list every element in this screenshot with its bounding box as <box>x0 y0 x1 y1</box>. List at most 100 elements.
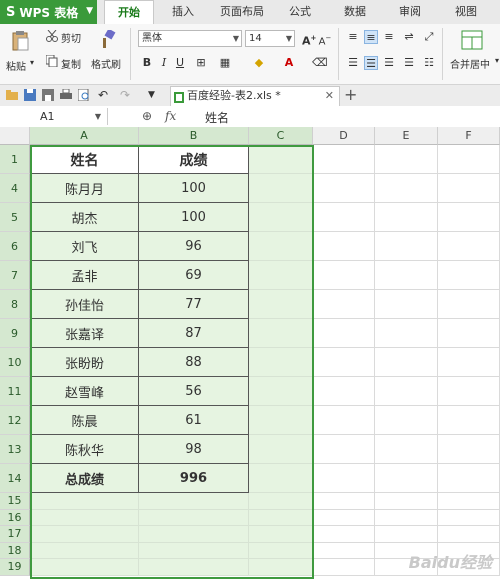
fill-color-icon[interactable]: ◆ <box>252 56 266 70</box>
tab-formulas[interactable]: 公式 <box>280 0 320 24</box>
orientation-icon[interactable]: ⤢ <box>422 30 436 44</box>
grid-cell[interactable] <box>438 509 500 526</box>
grid-cell[interactable] <box>249 464 313 493</box>
tab-home[interactable]: 开始 <box>104 0 154 25</box>
align-middle-icon[interactable]: ≡ <box>364 30 378 44</box>
select-all-corner[interactable] <box>0 127 30 145</box>
name-cell[interactable]: 陈秋华 <box>30 435 139 464</box>
align-center-icon[interactable]: ☰ <box>364 56 378 70</box>
grid-cell[interactable] <box>438 493 500 510</box>
grid-cell[interactable] <box>313 203 375 232</box>
wrap-text-icon[interactable]: ⇌ <box>402 30 416 44</box>
row-header[interactable]: 8 <box>0 290 30 319</box>
grid-cell[interactable] <box>249 348 313 377</box>
font-color-icon[interactable]: A <box>282 56 296 70</box>
paste-icon[interactable] <box>10 30 30 52</box>
name-cell[interactable]: 张盼盼 <box>30 348 139 377</box>
name-box[interactable]: A1 ▼ <box>0 108 108 125</box>
justify-icon[interactable]: ☰ <box>402 56 416 70</box>
name-cell[interactable]: 赵雪峰 <box>30 377 139 406</box>
grid-cell[interactable] <box>249 542 313 559</box>
underline-icon[interactable]: U <box>173 56 187 70</box>
grid-cell[interactable] <box>313 542 375 559</box>
row-header[interactable]: 19 <box>0 559 30 576</box>
document-tab[interactable]: 百度经验-表2.xls * ✕ <box>170 86 340 106</box>
grid-cell[interactable] <box>438 319 500 348</box>
italic-icon[interactable]: I <box>157 56 171 70</box>
merge-center-icon[interactable] <box>461 30 483 50</box>
score-cell[interactable]: 98 <box>139 435 249 464</box>
tab-insert[interactable]: 插入 <box>162 0 204 24</box>
grid-cell[interactable] <box>438 464 500 493</box>
scissors-icon[interactable] <box>46 29 58 45</box>
column-header-f[interactable]: F <box>438 127 500 145</box>
grid-cell[interactable] <box>438 174 500 203</box>
undo-icon[interactable]: ↶ <box>98 89 110 101</box>
formula-input[interactable]: 姓名 <box>205 109 229 126</box>
grid-cell[interactable] <box>249 559 313 576</box>
name-cell[interactable]: 胡杰 <box>30 203 139 232</box>
grid-cell[interactable] <box>375 261 438 290</box>
grid-cell[interactable] <box>249 145 313 174</box>
grid-cell[interactable] <box>313 526 375 543</box>
score-cell[interactable]: 88 <box>139 348 249 377</box>
score-cell[interactable]: 77 <box>139 290 249 319</box>
grid-cell[interactable] <box>139 493 249 510</box>
grid-cell[interactable] <box>139 526 249 543</box>
zoom-search-icon[interactable]: ⊕ <box>142 109 152 123</box>
name-cell[interactable]: 刘飞 <box>30 232 139 261</box>
score-cell[interactable]: 56 <box>139 377 249 406</box>
column-header-e[interactable]: E <box>375 127 438 145</box>
grid-cell[interactable] <box>375 203 438 232</box>
grid-cell[interactable] <box>249 232 313 261</box>
print-icon[interactable] <box>60 88 72 101</box>
name-cell[interactable]: 孟非 <box>30 261 139 290</box>
print-preview-icon[interactable] <box>77 88 90 102</box>
paste-dropdown-icon[interactable]: ▾ <box>30 58 34 67</box>
format-painter-button[interactable]: 格式刷 <box>91 56 121 71</box>
grid-cell[interactable] <box>139 559 249 576</box>
row-header[interactable]: 6 <box>0 232 30 261</box>
new-tab-plus-icon[interactable]: + <box>344 86 357 104</box>
grid-cell[interactable] <box>438 348 500 377</box>
grid-cell[interactable] <box>375 526 438 543</box>
grid-cell[interactable] <box>30 542 139 559</box>
cut-button[interactable]: 剪切 <box>61 30 81 45</box>
distributed-icon[interactable]: ☷ <box>422 56 436 70</box>
borders-icon[interactable]: ⊞ <box>194 56 208 70</box>
close-icon[interactable]: ✕ <box>325 87 334 105</box>
align-bottom-icon[interactable]: ≡ <box>382 30 396 44</box>
row-header[interactable]: 12 <box>0 406 30 435</box>
grid-cell[interactable] <box>30 526 139 543</box>
header-cell-score[interactable]: 成绩 <box>139 145 249 174</box>
grid-cell[interactable] <box>375 464 438 493</box>
grid-cell[interactable] <box>375 290 438 319</box>
row-header[interactable]: 15 <box>0 493 30 510</box>
grid-cell[interactable] <box>438 526 500 543</box>
grid-cell[interactable] <box>375 232 438 261</box>
merge-borders-icon[interactable]: ▦ <box>218 56 232 70</box>
redo-icon[interactable]: ↷ <box>120 89 132 101</box>
row-header[interactable]: 13 <box>0 435 30 464</box>
grid-cell[interactable] <box>313 559 375 576</box>
grid-cell[interactable] <box>375 319 438 348</box>
name-cell[interactable]: 张嘉译 <box>30 319 139 348</box>
grid-cell[interactable] <box>375 435 438 464</box>
column-header-c[interactable]: C <box>249 127 313 145</box>
score-cell[interactable]: 100 <box>139 174 249 203</box>
tab-view[interactable]: 视图 <box>446 0 486 24</box>
decrease-font-icon[interactable]: A− <box>318 31 332 47</box>
column-header-b[interactable]: B <box>139 127 249 145</box>
format-painter-icon[interactable] <box>98 28 116 53</box>
row-header[interactable]: 18 <box>0 542 30 559</box>
grid-cell[interactable] <box>313 232 375 261</box>
score-cell[interactable]: 69 <box>139 261 249 290</box>
tab-page-layout[interactable]: 页面布局 <box>212 0 272 24</box>
row-header[interactable]: 9 <box>0 319 30 348</box>
grid-cell[interactable] <box>438 406 500 435</box>
copy-button[interactable]: 复制 <box>61 56 81 71</box>
grid-cell[interactable] <box>30 493 139 510</box>
grid-cell[interactable] <box>438 145 500 174</box>
chevron-down-icon[interactable]: ▾ <box>495 56 499 65</box>
grid-cell[interactable] <box>30 509 139 526</box>
